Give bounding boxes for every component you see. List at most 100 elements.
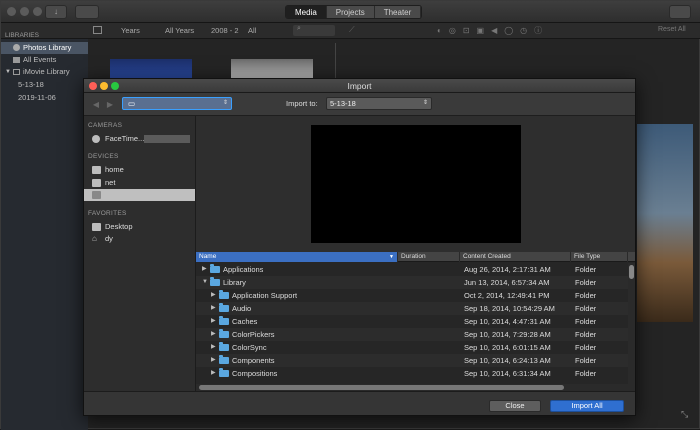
adjustment-icons[interactable]: ◐◎⊡▣◀◯◷ⓘ — [437, 25, 549, 36]
clip-thumbnail[interactable] — [231, 59, 313, 79]
tab-media[interactable]: Media — [286, 6, 327, 18]
dialog-zoom-icon[interactable] — [111, 82, 119, 90]
table-row[interactable]: ▶ ColorSync Sep 10, 2014, 6:01:15 AM Folder — [196, 341, 628, 354]
dialog-minimize-icon[interactable] — [100, 82, 108, 90]
file-type: Folder — [575, 356, 597, 365]
disk-icon — [92, 166, 101, 174]
content-created: Sep 10, 2014, 4:47:31 AM — [464, 317, 551, 326]
wand-icon[interactable]: ⟋ — [349, 25, 355, 35]
disclosure-right-icon[interactable]: ▶ — [211, 354, 216, 367]
tab-projects[interactable]: Projects — [326, 6, 375, 18]
content-created: Aug 26, 2014, 2:17:31 AM — [464, 265, 551, 274]
scroll-thumb[interactable] — [199, 385, 564, 390]
filter-years[interactable]: Years — [121, 26, 140, 35]
title-bar: ↓ Media Projects Theater — [1, 1, 700, 23]
disclosure-right-icon[interactable]: ▶ — [211, 367, 216, 380]
device-net[interactable]: net — [84, 177, 195, 189]
disclosure-right-icon[interactable]: ▶ — [211, 341, 216, 354]
desktop-icon — [92, 223, 101, 231]
import-to-label: Import to: — [286, 99, 318, 108]
tab-theater[interactable]: Theater — [374, 6, 422, 18]
library-item-photos[interactable]: Photos Library — [1, 42, 88, 54]
import-media-button[interactable]: ↓ — [45, 5, 67, 19]
favorite-desktop[interactable]: Desktop — [84, 221, 195, 233]
device-home[interactable]: home — [84, 164, 195, 176]
column-name[interactable]: Name ▼ — [196, 252, 398, 262]
library-list-button[interactable] — [75, 5, 99, 19]
folder-icon — [219, 329, 229, 338]
disclosure-right-icon[interactable]: ▶ — [202, 263, 207, 276]
disclosure-right-icon[interactable]: ▶ — [211, 315, 216, 328]
library-icon — [13, 69, 20, 75]
table-row[interactable]: ▶ Application Support Oct 2, 2014, 12:49:4… — [196, 289, 628, 302]
file-name: Application Support — [232, 291, 298, 300]
column-duration[interactable]: Duration — [398, 252, 460, 262]
scroll-thumb[interactable] — [629, 265, 634, 279]
share-button[interactable] — [669, 5, 691, 19]
content-created: Sep 18, 2014, 10:54:29 AM — [464, 304, 555, 313]
camera-facetime[interactable]: FaceTime... — [84, 133, 195, 145]
content-created: Sep 10, 2014, 7:29:28 AM — [464, 330, 551, 339]
table-row[interactable]: ▶ ColorPickers Sep 10, 2014, 7:29:28 AM Fol… — [196, 328, 628, 341]
disclosure-right-icon[interactable]: ▶ — [211, 328, 216, 341]
disclosure-right-icon[interactable]: ▶ — [211, 289, 216, 302]
disclosure-down-icon[interactable]: ▼ — [202, 276, 208, 289]
folder-icon — [219, 355, 229, 364]
table-row[interactable]: ▶ Applications Aug 26, 2014, 2:17:31 AM Fol… — [196, 263, 628, 276]
file-type: Folder — [575, 317, 597, 326]
horizontal-scrollbar[interactable] — [196, 384, 628, 391]
table-row[interactable]: ▶ Audio Sep 18, 2014, 10:54:29 AM Folder — [196, 302, 628, 315]
back-arrow-icon[interactable]: ◀ — [90, 99, 102, 110]
library-event-5-13-18[interactable]: 5-13-18 — [1, 79, 44, 91]
table-row[interactable]: ▶ Components Sep 10, 2014, 6:24:13 AM Folde… — [196, 354, 628, 367]
import-to-popup[interactable]: 5-13-18 ⇕ — [326, 97, 432, 110]
drive-icon: ▭ — [128, 99, 136, 108]
file-name: ColorSync — [232, 343, 267, 352]
forward-arrow-icon[interactable]: ▶ — [104, 99, 116, 110]
import-all-button[interactable]: Import All — [550, 400, 624, 412]
library-event-2019-11-06[interactable]: 2019-11-06 — [1, 92, 56, 104]
file-name: Compositions — [232, 369, 278, 378]
device-selected[interactable] — [84, 189, 195, 201]
disk-icon — [92, 179, 101, 187]
minimize-window-button[interactable] — [20, 7, 29, 16]
file-name: Applications — [223, 265, 264, 274]
import-sidebar: CAMERAS FaceTime... DEVICES home net FAV… — [84, 116, 196, 391]
fullscreen-icon[interactable]: ⤡ — [681, 409, 688, 420]
filter-all[interactable]: All — [248, 26, 256, 35]
table-row[interactable]: ▼ Library Jun 13, 2014, 6:57:34 AM Folder — [196, 276, 628, 289]
content-created: Oct 2, 2014, 12:49:41 PM — [464, 291, 550, 300]
column-content-created[interactable]: Content Created — [460, 252, 571, 262]
library-item-all-events[interactable]: All Events — [1, 54, 56, 66]
libraries-header: LIBRARIES — [5, 32, 39, 39]
filter-all-years[interactable]: All Years — [165, 26, 194, 35]
file-table: Name ▼ Duration Content Created File Typ… — [196, 252, 635, 391]
table-row[interactable]: ▶ Caches Sep 10, 2014, 4:47:31 AM Folder — [196, 315, 628, 328]
import-dialog: Import ◀ ▶ ▭ ⇕ Import to: 5-13-18 ⇕ CAME… — [83, 78, 636, 416]
dialog-toolbar: ◀ ▶ ▭ ⇕ Import to: 5-13-18 ⇕ — [84, 93, 635, 116]
favorite-dy[interactable]: ⌂ dy — [84, 233, 195, 245]
folder-icon — [219, 303, 229, 312]
dialog-close-icon[interactable] — [89, 82, 97, 90]
sort-icon: ▼ — [389, 254, 394, 260]
disclosure-down-icon[interactable]: ▼ — [5, 66, 11, 78]
file-name: ColorPickers — [232, 330, 275, 339]
source-popup[interactable]: ▭ ⇕ — [122, 97, 232, 110]
file-type: Folder — [575, 291, 597, 300]
library-item-imovie-library[interactable]: ▼ iMovie Library — [1, 66, 70, 78]
divider — [335, 43, 336, 79]
column-file-type[interactable]: File Type — [571, 252, 628, 262]
filter-range[interactable]: 2008 - 2 — [211, 26, 239, 35]
close-button[interactable]: Close — [489, 400, 541, 412]
cameras-header: CAMERAS — [88, 122, 123, 129]
disclosure-right-icon[interactable]: ▶ — [211, 302, 216, 315]
events-icon — [13, 57, 20, 63]
vertical-scrollbar[interactable] — [628, 263, 635, 391]
clip-thumbnail[interactable] — [110, 59, 192, 79]
table-row[interactable]: ▶ Compositions Sep 10, 2014, 6:31:34 AM Fol… — [196, 367, 628, 380]
content-created: Jun 13, 2014, 6:57:34 AM — [464, 278, 550, 287]
reset-all-button[interactable]: Reset All — [658, 26, 686, 33]
close-window-button[interactable] — [7, 7, 16, 16]
zoom-window-button[interactable] — [33, 7, 42, 16]
sidebar-toggle-icon[interactable] — [93, 26, 102, 34]
